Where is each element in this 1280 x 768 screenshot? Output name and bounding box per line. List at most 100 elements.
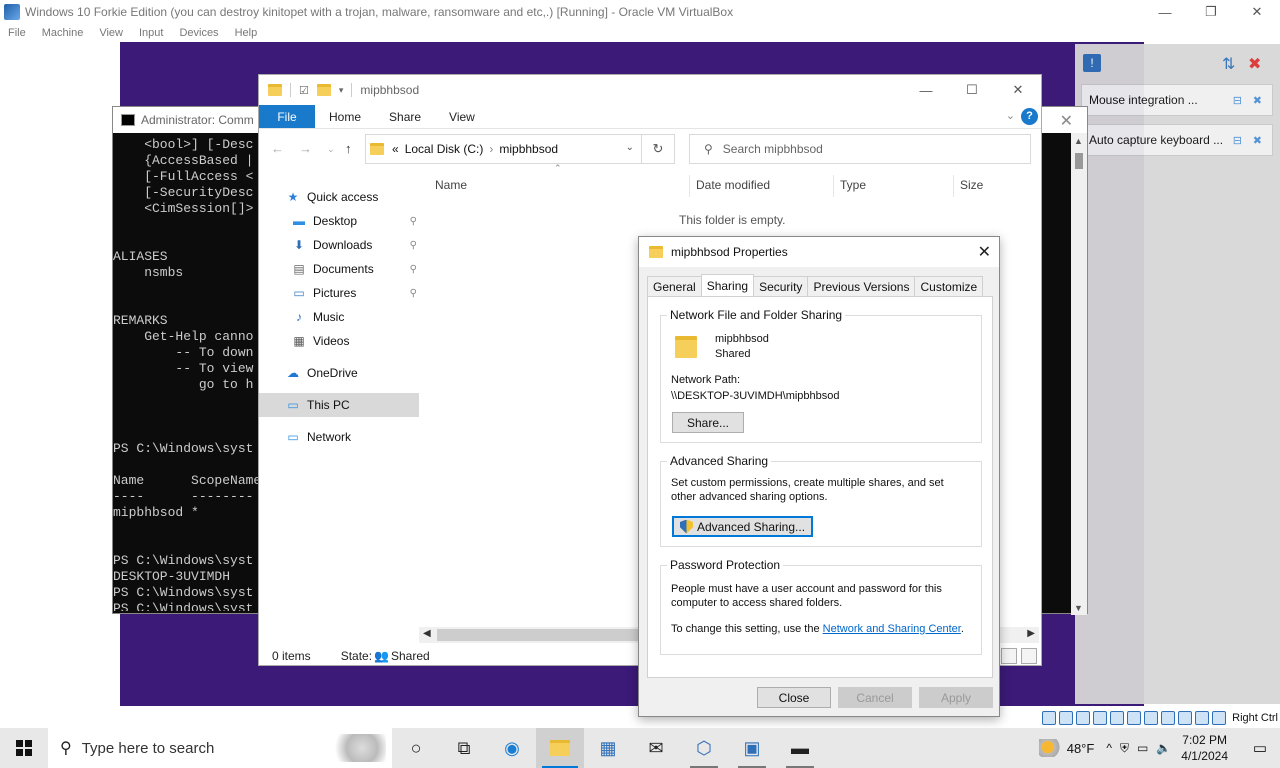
customize-toolbar-icon[interactable]: ▾ [339, 85, 344, 96]
console-close-button[interactable]: ✕ [1060, 111, 1073, 131]
usb-icon[interactable] [1110, 711, 1125, 725]
terminal-icon[interactable]: ▬ [776, 728, 824, 768]
advanced-sharing-button[interactable]: Advanced Sharing... [672, 516, 813, 537]
properties-quick-icon[interactable]: ☑ [299, 84, 309, 97]
video-capture-icon[interactable] [1161, 711, 1176, 725]
optical-drive-icon[interactable] [1059, 711, 1074, 725]
network-sharing-center-link[interactable]: Network and Sharing Center [823, 623, 961, 635]
sort-icon[interactable]: ⇅ [1222, 54, 1240, 73]
menu-file[interactable]: File [8, 27, 26, 39]
security-icon[interactable]: ⛨ [1120, 741, 1129, 756]
scroll-right-icon[interactable]: ▶ [1027, 628, 1035, 639]
server-manager-icon[interactable]: ▣ [728, 728, 776, 768]
file-explorer-taskbar-icon[interactable] [536, 728, 584, 768]
nav-item-documents[interactable]: ▤ Documents ⚲ [259, 257, 419, 281]
search-box[interactable]: ⚲ Search mipbhbsod [689, 134, 1031, 164]
nav-item-videos[interactable]: ▦ Videos [259, 329, 419, 353]
start-button[interactable] [0, 728, 48, 768]
clear-all-icon[interactable]: ✖ [1248, 54, 1266, 73]
notification-close-icon[interactable]: ✖ [1253, 94, 1262, 107]
column-size[interactable]: Size [960, 178, 983, 192]
breadcrumb-separator[interactable]: › [489, 142, 493, 156]
search-input[interactable]: Search mipbhbsod [723, 142, 823, 156]
host-minimize-button[interactable]: — [1142, 0, 1188, 24]
share-button[interactable]: Share... [672, 412, 744, 433]
microsoft-store-icon[interactable]: ▦ [584, 728, 632, 768]
breadcrumb-current-folder[interactable]: mipbhbsod [499, 142, 558, 156]
notification-pin-icon[interactable]: ⊟ [1233, 94, 1242, 107]
keyboard-capture-icon[interactable] [1212, 711, 1227, 725]
nav-item-music[interactable]: ♪ Music [259, 305, 419, 329]
help-icon[interactable]: ? [1021, 108, 1038, 125]
shared-folders-icon[interactable] [1127, 711, 1142, 725]
notifications-icon[interactable]: ▭ [1240, 739, 1280, 757]
nav-item-downloads[interactable]: ⬇ Downloads ⚲ [259, 233, 419, 257]
tab-security[interactable]: Security [753, 276, 809, 296]
hard-disk-icon[interactable] [1042, 711, 1057, 725]
nav-item-network[interactable]: ▭ Network [259, 425, 419, 449]
cortana-icon[interactable]: ○ [392, 728, 440, 768]
console-scrollbar[interactable]: ▲ ▼ [1071, 133, 1087, 615]
network-adapter-icon[interactable] [1093, 711, 1108, 725]
scroll-left-icon[interactable]: ◀ [423, 628, 431, 639]
notification-pin-icon[interactable]: ⊟ [1233, 134, 1242, 147]
up-arrow-icon[interactable]: ↑ [345, 141, 352, 156]
tab-home[interactable]: Home [315, 105, 375, 128]
explorer-minimize-button[interactable]: — [903, 75, 949, 105]
breadcrumb-overflow[interactable]: « [392, 142, 399, 156]
edge-icon[interactable]: ◉ [488, 728, 536, 768]
close-button[interactable]: Close [757, 687, 831, 708]
address-bar[interactable]: « Local Disk (C:) › mipbhbsod ⌄ ↻ [365, 134, 675, 164]
explorer-maximize-button[interactable]: ☐ [949, 75, 995, 105]
new-folder-quick-icon[interactable] [316, 84, 331, 96]
virtualbox-taskbar-icon[interactable]: ⬡ [680, 728, 728, 768]
taskbar-search-input[interactable]: Type here to search [82, 740, 215, 757]
nav-item-quick-access[interactable]: ★ Quick access [259, 185, 419, 209]
notification-auto-capture-keyboard[interactable]: Auto capture keyboard ... ⊟ ✖ [1081, 124, 1273, 156]
audio-icon[interactable] [1076, 711, 1091, 725]
notification-close-icon[interactable]: ✖ [1253, 134, 1262, 147]
menu-view[interactable]: View [99, 27, 123, 39]
column-date-modified[interactable]: Date modified [696, 178, 770, 192]
properties-dialog[interactable]: mipbhbsod Properties ✕ General Sharing S… [638, 236, 1000, 717]
tab-general[interactable]: General [647, 276, 702, 296]
details-view-icon[interactable] [1001, 648, 1017, 664]
cancel-button[interactable]: Cancel [838, 687, 912, 708]
menu-input[interactable]: Input [139, 27, 163, 39]
large-icons-view-icon[interactable] [1021, 648, 1037, 664]
apply-button[interactable]: Apply [919, 687, 993, 708]
recent-locations-icon[interactable]: ⌄ [327, 144, 335, 155]
nav-item-pictures[interactable]: ▭ Pictures ⚲ [259, 281, 419, 305]
menu-help[interactable]: Help [235, 27, 258, 39]
column-name[interactable]: Name [435, 178, 467, 192]
nav-item-this-pc[interactable]: ▭ This PC [259, 393, 419, 417]
column-type[interactable]: Type [840, 178, 866, 192]
task-view-icon[interactable]: ⧉ [440, 728, 488, 768]
clock[interactable]: 7:02 PM 4/1/2024 [1181, 732, 1228, 764]
host-restore-button[interactable]: ❐ [1188, 0, 1234, 24]
weather-widget[interactable]: 48°F [1038, 739, 1094, 757]
tab-share[interactable]: Share [375, 105, 435, 128]
volume-icon[interactable]: 🔈 [1156, 741, 1171, 756]
notification-mouse-integration[interactable]: Mouse integration ... ⊟ ✖ [1081, 84, 1273, 116]
notification-center-icon[interactable]: ! [1083, 54, 1101, 72]
tab-previous-versions[interactable]: Previous Versions [807, 276, 916, 296]
back-arrow-icon[interactable]: ← [271, 141, 284, 156]
tab-sharing[interactable]: Sharing [700, 274, 755, 296]
tab-customize[interactable]: Customize [914, 276, 984, 296]
display-icon[interactable] [1144, 711, 1159, 725]
nav-item-desktop[interactable]: ▬ Desktop ⚲ [259, 209, 419, 233]
refresh-icon[interactable]: ↻ [641, 134, 675, 164]
console-scroll-thumb[interactable] [1075, 153, 1083, 169]
host-close-button[interactable]: ✕ [1234, 0, 1280, 24]
explorer-close-button[interactable]: ✕ [995, 75, 1041, 105]
menu-devices[interactable]: Devices [179, 27, 218, 39]
tab-file[interactable]: File [259, 105, 315, 128]
chevron-up-icon[interactable]: ^ [1106, 741, 1112, 756]
breadcrumb-local-disk[interactable]: Local Disk (C:) [405, 142, 484, 156]
mail-icon[interactable]: ✉ [632, 728, 680, 768]
menu-machine[interactable]: Machine [42, 27, 84, 39]
scroll-up-icon[interactable]: ▲ [1074, 136, 1083, 146]
tab-view[interactable]: View [435, 105, 489, 128]
properties-close-button[interactable]: ✕ [978, 242, 991, 262]
